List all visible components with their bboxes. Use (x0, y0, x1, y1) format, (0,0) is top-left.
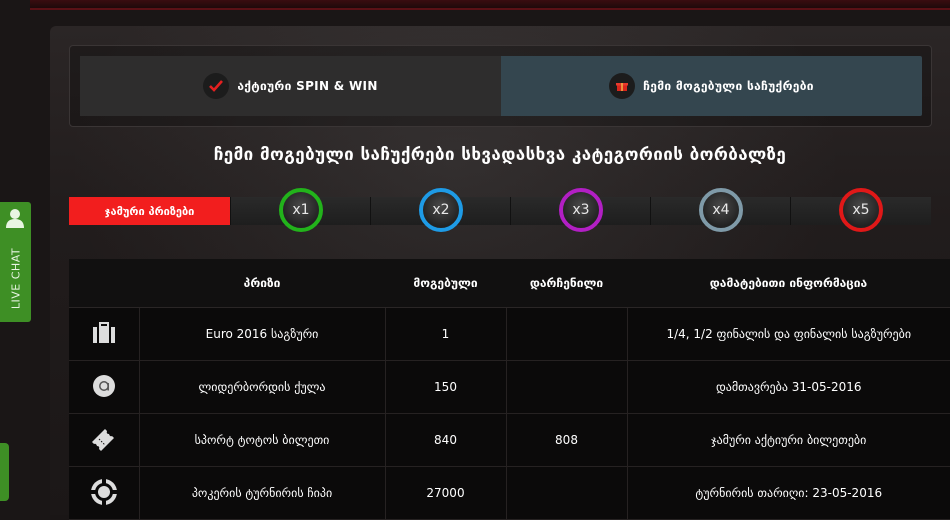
won-count: 150 (385, 360, 507, 414)
header-remaining: დარჩენილი (506, 259, 627, 308)
live-chat-button[interactable]: LIVE CHAT (0, 202, 31, 322)
multiplier-x3-badge: x3 (559, 188, 603, 232)
filter-x3[interactable]: x3 (510, 188, 651, 232)
table-row: Euro 2016 საგზური 1 1/4, 1/2 ფინალის და … (69, 307, 950, 361)
won-count: 840 (385, 413, 507, 467)
tab-label: აქტიური SPIN & WIN (237, 79, 378, 93)
remaining-count: 808 (506, 413, 628, 467)
additional-info: 1/4, 1/2 ფინალის და ფინალის საგზურები (627, 307, 950, 361)
poker-chip-icon (69, 466, 140, 520)
side-widget-tab[interactable] (0, 443, 9, 501)
leaderboard-points-icon (69, 360, 140, 414)
tab-bar: აქტიური SPIN & WIN ჩემი მოგებული საჩუქრე… (69, 45, 932, 127)
table-header-row: პრიზი მოგებული დარჩენილი დამატებითი ინფო… (69, 259, 950, 308)
prize-name: პოკერის ტურნირის ჩიპი (139, 466, 386, 520)
header-info: დამატებითი ინფორმაცია (627, 259, 950, 308)
filter-x2[interactable]: x2 (370, 188, 511, 232)
tab-label: ჩემი მოგებული საჩუქრები (643, 79, 814, 93)
prize-name: სპორტ ტოტოს ბილეთი (139, 413, 386, 467)
gift-icon (609, 73, 636, 99)
prizes-table: პრიზი მოგებული დარჩენილი დამატებითი ინფო… (69, 259, 950, 520)
top-header-bar (30, 0, 950, 10)
page-title: ჩემი მოგებული საჩუქრები სხვადასხვა კატეგ… (213, 145, 787, 165)
table-row: ლიდერბორდის ქულა 150 დამთავრება 31-05-20… (69, 360, 950, 414)
filter-x4[interactable]: x4 (650, 188, 791, 232)
table-row: პოკერის ტურნირის ჩიპი 27000 ტურნირის თარ… (69, 466, 950, 520)
won-count: 27000 (385, 466, 507, 520)
multiplier-x1-badge: x1 (279, 188, 323, 232)
additional-info: ტურნირის თარიღი: 23-05-2016 (627, 466, 950, 520)
live-chat-label: LIVE CHAT (9, 247, 23, 310)
header-icon-col (69, 259, 139, 308)
filter-all-prizes[interactable]: ჯამური პრიზები (69, 197, 230, 225)
remaining-count (506, 466, 628, 520)
additional-info: დამთავრება 31-05-2016 (627, 360, 950, 414)
won-count: 1 (385, 307, 507, 361)
category-filter-bar: ჯამური პრიზები x1 x2 x3 x4 x5 (69, 188, 931, 232)
additional-info: ჯამური აქტიური ბილეთები (627, 413, 950, 467)
user-icon (6, 208, 24, 232)
prize-name: ლიდერბორდის ქულა (139, 360, 386, 414)
multiplier-x2-badge: x2 (419, 188, 463, 232)
header-won: მოგებული (385, 259, 506, 308)
prize-name: Euro 2016 საგზური (139, 307, 386, 361)
multiplier-x5-badge: x5 (839, 188, 883, 232)
multiplier-x4-badge: x4 (699, 188, 743, 232)
filter-x1[interactable]: x1 (230, 188, 371, 232)
tab-active-spin-win[interactable]: აქტიური SPIN & WIN (80, 56, 501, 116)
remaining-count (506, 307, 628, 361)
checkmark-icon (203, 73, 230, 99)
header-prize: პრიზი (139, 259, 385, 308)
briefcase-icon (69, 307, 140, 361)
remaining-count (506, 360, 628, 414)
ticket-icon (69, 413, 140, 467)
tab-my-gifts[interactable]: ჩემი მოგებული საჩუქრები (501, 56, 922, 116)
filter-x5[interactable]: x5 (790, 188, 931, 232)
table-row: სპორტ ტოტოს ბილეთი 840 808 ჯამური აქტიურ… (69, 413, 950, 467)
